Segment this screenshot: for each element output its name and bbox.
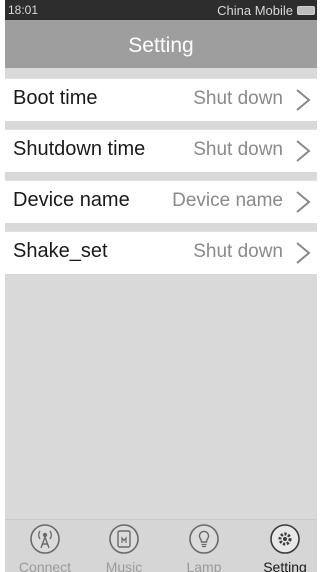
setting-value: Shut down <box>193 88 283 109</box>
tab-music[interactable]: Music <box>89 523 159 572</box>
setting-label: Device name <box>13 189 130 211</box>
music-icon <box>109 524 139 554</box>
status-carrier: China Mobile <box>217 3 293 18</box>
setting-label: Shutdown time <box>13 138 146 160</box>
bottom-tab-bar: Connect Music Lamp Setting <box>5 519 317 572</box>
tab-lamp[interactable]: Lamp <box>169 523 239 572</box>
setting-label: Boot time <box>13 87 98 109</box>
chevron-right-icon <box>296 89 311 111</box>
status-time: 18:01 <box>8 3 39 17</box>
tab-setting[interactable]: Setting <box>250 523 317 572</box>
setting-value: Device name <box>172 190 283 211</box>
setting-row-shutdown-time[interactable]: Shutdown time Shut down <box>5 129 317 172</box>
page-title: Setting <box>5 20 317 68</box>
tab-label: Setting <box>263 559 307 572</box>
setting-row-shake-set[interactable]: Shake_set Shut down <box>5 231 317 274</box>
setting-label: Shake_set <box>13 240 108 262</box>
setting-value: Shut down <box>193 241 283 262</box>
status-bar: 18:01 China Mobile <box>5 0 317 20</box>
antenna-icon <box>30 524 60 554</box>
battery-icon <box>297 6 315 15</box>
chevron-right-icon <box>296 191 311 213</box>
setting-value: Shut down <box>193 139 283 160</box>
app-frame: 18:01 China Mobile Setting Boot time Shu… <box>5 0 317 572</box>
tab-label: Lamp <box>186 559 222 572</box>
tab-label: Connect <box>18 559 72 572</box>
setting-row-device-name[interactable]: Device name Device name <box>5 180 317 223</box>
tab-connect[interactable]: Connect <box>10 523 80 572</box>
setting-row-boot-time[interactable]: Boot time Shut down <box>5 78 317 121</box>
tab-label: Music <box>105 559 143 572</box>
gear-icon <box>270 524 300 554</box>
chevron-right-icon <box>296 242 311 264</box>
chevron-right-icon <box>296 140 311 162</box>
bulb-icon <box>189 524 219 554</box>
